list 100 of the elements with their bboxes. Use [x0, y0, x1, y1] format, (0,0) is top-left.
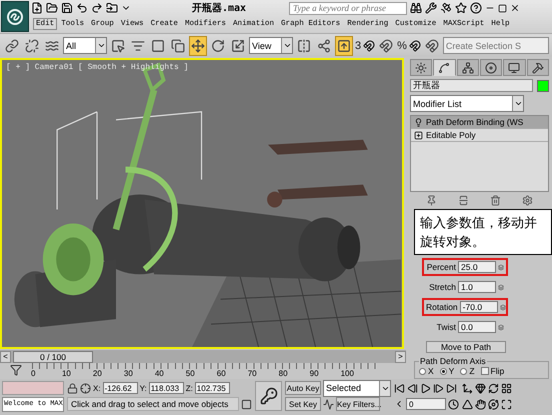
panel-tab[interactable]	[480, 59, 502, 76]
coordinate-field[interactable]: -126.62	[102, 382, 138, 394]
waves-icon[interactable]	[45, 38, 59, 52]
lock-icon[interactable]	[67, 382, 78, 394]
coordinate-field[interactable]: 102.735	[194, 382, 230, 394]
parameter-field[interactable]: 0.0	[458, 321, 496, 333]
window-title: 开瓶器.max	[192, 2, 248, 15]
close-icon[interactable]	[510, 3, 520, 13]
move-to-path-button[interactable]: Move to Path	[426, 341, 506, 353]
stack-item[interactable]: Editable Poly	[411, 129, 548, 142]
frame-field[interactable]: 0	[406, 398, 446, 410]
settings-icon[interactable]	[522, 195, 533, 206]
filter-icon[interactable]	[10, 364, 22, 376]
tick-label: 40	[154, 369, 164, 378]
tick-label: 0	[31, 369, 36, 378]
orbit-icon[interactable]	[488, 382, 499, 394]
axis-radio[interactable]: Z	[460, 366, 475, 376]
viewport-label[interactable]: [ + ] Camera01 [ Smooth + Highlights ]	[6, 63, 188, 72]
move-icon[interactable]	[191, 38, 205, 52]
previous-frame-button[interactable]: <	[0, 350, 11, 363]
rotate-icon[interactable]	[211, 38, 225, 52]
grid-icon[interactable]	[501, 382, 512, 394]
next-frame-button[interactable]: >	[395, 350, 406, 363]
parameter-field[interactable]: 1.0	[458, 281, 496, 293]
key-mode-dropdown[interactable]: Selected	[323, 380, 391, 396]
stack-item[interactable]: Path Deform Binding (WS	[411, 116, 548, 129]
split-icon[interactable]	[458, 195, 470, 206]
select-object-icon[interactable]	[111, 38, 125, 52]
tick-label: 30	[124, 369, 133, 378]
reference-coordinate-dropdown[interactable]: View	[249, 37, 293, 54]
hand-icon[interactable]	[475, 398, 486, 410]
spinner-snap-icon[interactable]	[424, 38, 439, 52]
square-icon[interactable]	[241, 398, 252, 410]
coordinate-field[interactable]: 118.033	[148, 382, 184, 394]
save-icon[interactable]	[61, 2, 73, 14]
track-bar[interactable]: 0 10 20 30 40 50 60 70 80 90 100	[32, 363, 376, 379]
panel-tab[interactable]	[433, 59, 456, 76]
scale-icon[interactable]	[231, 38, 245, 52]
axis-radio[interactable]: X	[419, 366, 434, 376]
triangle-icon[interactable]	[462, 398, 473, 410]
magnet-icon[interactable]	[408, 40, 421, 52]
window-crossing-icon[interactable]	[171, 38, 185, 52]
open-folder-icon[interactable]	[46, 2, 58, 14]
select-by-name-icon[interactable]	[131, 38, 145, 52]
folder-icon[interactable]	[106, 2, 118, 14]
snap-label: 3	[355, 40, 362, 52]
help-icon[interactable]	[470, 2, 482, 14]
orbit-icon[interactable]	[488, 398, 499, 410]
object-name-field[interactable]: 开瓶器	[410, 79, 533, 92]
listener-input[interactable]	[2, 381, 64, 395]
manipulate-icon[interactable]	[337, 38, 351, 52]
new-file-icon[interactable]	[31, 2, 43, 14]
parameter-field[interactable]: 25.0	[458, 261, 496, 273]
star-icon[interactable]	[455, 2, 467, 14]
region-select-icon[interactable]	[151, 38, 165, 52]
maximize-icon[interactable]	[501, 398, 512, 410]
clock-icon[interactable]	[448, 398, 459, 410]
viewport[interactable]: [ + ] Camera01 [ Smooth + Highlights ]	[0, 58, 404, 350]
key-button[interactable]	[255, 381, 282, 411]
parameter-field[interactable]: -70.0	[460, 301, 498, 313]
app-logo[interactable]	[1, 1, 29, 32]
redo-icon[interactable]	[91, 2, 103, 14]
play-icon[interactable]	[420, 382, 431, 394]
auto-key-button[interactable]: Auto Key	[285, 381, 321, 395]
wrench-icon[interactable]	[425, 2, 437, 14]
parameter-label: Twist	[436, 322, 456, 332]
key-filters-button[interactable]: Key Filters...	[336, 397, 380, 411]
binoculars-icon[interactable]	[410, 2, 422, 14]
go-to-start-icon[interactable]	[394, 382, 405, 394]
selection-filter-dropdown[interactable]: All	[63, 37, 107, 54]
modifier-list-dropdown[interactable]: Modifier List	[410, 95, 524, 112]
gem-icon[interactable]	[475, 382, 486, 394]
previous-key-icon[interactable]	[407, 382, 418, 394]
trash-icon[interactable]	[490, 195, 501, 206]
named-selection-field[interactable]: Create Selection S	[442, 37, 549, 54]
panel-tab[interactable]	[456, 59, 479, 76]
set-key-button[interactable]: Set Key	[285, 397, 321, 411]
panel-tab[interactable]	[410, 59, 432, 76]
time-slider-thumb[interactable]: 0 / 100	[13, 350, 93, 363]
flip-checkbox[interactable]: Flip	[480, 366, 504, 376]
key-icon	[260, 387, 278, 405]
angle-snap-icon[interactable]	[379, 38, 394, 52]
crosshair-icon[interactable]	[80, 382, 91, 394]
satellite-icon[interactable]	[440, 2, 452, 14]
axis-radio[interactable]: Y	[440, 366, 454, 376]
search-field[interactable]: Type a keyword or phrase	[289, 2, 407, 14]
object-color-swatch[interactable]	[537, 80, 549, 92]
link-icon[interactable]	[5, 38, 19, 52]
panel-tab[interactable]	[526, 59, 549, 76]
curve-icon	[438, 62, 450, 74]
go-to-end-icon[interactable]	[446, 382, 457, 394]
next-key-icon[interactable]	[433, 382, 444, 394]
magnet-icon[interactable]	[363, 40, 376, 52]
panel-tab[interactable]	[503, 59, 526, 76]
unlink-icon[interactable]	[25, 38, 39, 52]
undo-icon[interactable]	[76, 2, 88, 14]
coordinate-label: X:	[93, 384, 101, 392]
pin-icon[interactable]	[426, 195, 438, 206]
maximize-icon[interactable]	[498, 4, 507, 12]
curve-icon[interactable]	[323, 398, 334, 410]
